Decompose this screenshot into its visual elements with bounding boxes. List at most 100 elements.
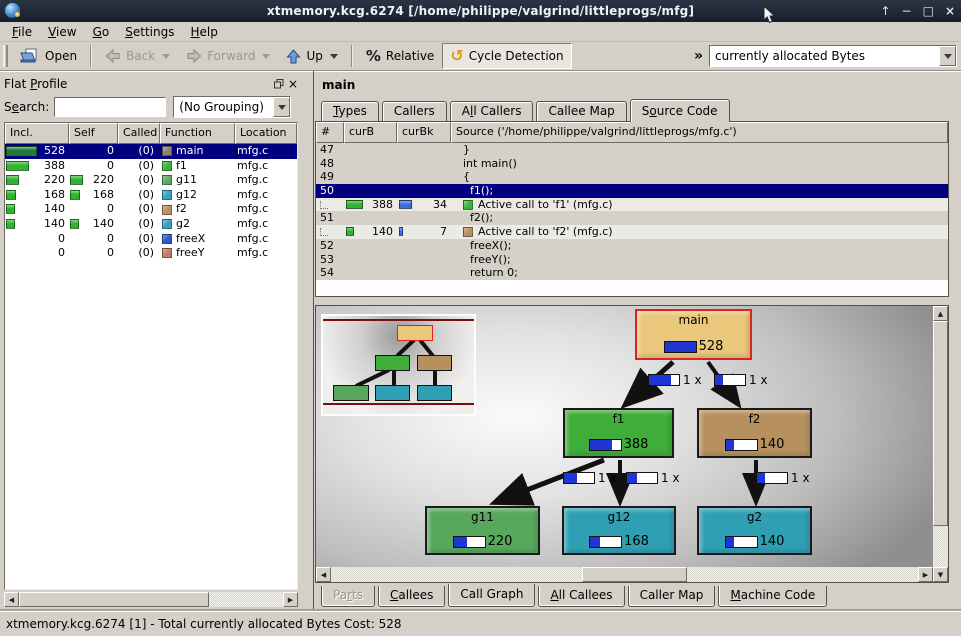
up-arrow-icon (286, 49, 301, 64)
source-line[interactable]: 48 int main() (316, 157, 948, 171)
column-header-source[interactable]: Source ('/home/philippe/valgrind/littlep… (451, 122, 948, 143)
scroll-left-icon[interactable]: ◀ (4, 592, 19, 607)
graph-hscrollbar[interactable]: ◀ ▶ (316, 567, 933, 582)
tab-callees[interactable]: Callees (378, 586, 445, 607)
maximize-icon[interactable]: □ (923, 0, 934, 22)
tab-types[interactable]: Types (321, 101, 379, 122)
source-line[interactable]: 53 freeY(); (316, 253, 948, 267)
column-header-line[interactable]: # (316, 122, 344, 143)
cost-bar (6, 161, 29, 171)
minimize-icon[interactable]: − (902, 0, 912, 22)
scroll-up-icon[interactable]: ▲ (933, 306, 948, 321)
forward-dropdown-icon[interactable] (262, 54, 270, 59)
menu-help[interactable]: Help (182, 23, 225, 41)
source-line[interactable]: 52 freeX(); (316, 239, 948, 253)
menu-view[interactable]: View (40, 23, 84, 41)
cost-bar (453, 536, 486, 548)
table-row[interactable]: 140 140 (0) g2 mfg.c (5, 217, 297, 232)
curb-bar-icon (346, 227, 354, 236)
column-header-self[interactable]: Self (69, 123, 118, 144)
tab-machine-code[interactable]: Machine Code (718, 586, 827, 607)
search-input[interactable] (54, 97, 166, 117)
grouping-combobox[interactable]: (No Grouping) (173, 96, 291, 118)
up-button[interactable]: Up (278, 43, 345, 69)
cost-bar (6, 146, 37, 156)
cycle-detection-button[interactable]: ↺ Cycle Detection (442, 43, 571, 69)
tab-source-code[interactable]: Source Code (630, 99, 730, 122)
toolbar-handle[interactable] (3, 45, 8, 67)
function-color-icon (162, 146, 172, 156)
tab-callee-map[interactable]: Callee Map (536, 101, 626, 122)
table-row[interactable]: 0 0 (0) freeY mfg.c (5, 246, 297, 261)
source-line-selected[interactable]: 50 f1(); (316, 184, 948, 198)
table-row[interactable]: 220 220 (0) g11 mfg.c (5, 173, 297, 188)
graph-overview-minimap[interactable] (321, 314, 476, 416)
table-row[interactable]: 388 0 (0) f1 mfg.c (5, 159, 297, 174)
search-label: Search: (4, 100, 54, 114)
scroll-right-icon[interactable]: ▶ (283, 592, 298, 607)
event-type-value: currently allocated Bytes (710, 49, 939, 63)
source-line[interactable]: 49 { (316, 170, 948, 184)
up-dropdown-icon[interactable] (330, 54, 338, 59)
scroll-left-icon[interactable]: ◀ (316, 567, 331, 582)
forward-button[interactable]: Forward (178, 43, 278, 69)
scrollbar-thumb[interactable] (933, 321, 948, 526)
tab-call-graph[interactable]: Call Graph (448, 584, 535, 607)
dock-titlebar[interactable]: Flat Profile × (4, 74, 300, 93)
event-type-dropdown-button[interactable] (939, 46, 956, 66)
table-row[interactable]: 168 168 (0) g12 mfg.c (5, 188, 297, 203)
shade-icon[interactable]: ↑ (880, 0, 890, 22)
tab-callers[interactable]: Callers (382, 101, 447, 122)
tab-caller-map[interactable]: Caller Map (628, 586, 716, 607)
tab-all-callers[interactable]: All Callers (450, 101, 534, 122)
source-line[interactable]: 47 } (316, 143, 948, 157)
table-row[interactable]: 140 0 (0) f2 mfg.c (5, 202, 297, 217)
table-row[interactable]: 0 0 (0) freeX mfg.c (5, 232, 297, 247)
column-header-curb[interactable]: curB (344, 122, 397, 143)
column-header-incl[interactable]: Incl. (5, 123, 69, 144)
table-row[interactable]: 528 0 (0) main mfg.c (5, 144, 297, 159)
menu-file[interactable]: File (4, 23, 40, 41)
toolbar: Open Back Forward Up % Relativ (0, 42, 961, 71)
scrollbar-thumb[interactable] (582, 567, 687, 582)
back-dropdown-icon[interactable] (162, 54, 170, 59)
menu-settings[interactable]: Settings (117, 23, 182, 41)
menu-go[interactable]: Go (85, 23, 118, 41)
back-button[interactable]: Back (97, 43, 178, 69)
scroll-down-icon[interactable]: ▼ (933, 567, 948, 582)
percent-icon: % (366, 47, 381, 65)
event-type-combobox[interactable]: currently allocated Bytes (709, 45, 957, 67)
tab-parts[interactable]: Parts (321, 586, 375, 607)
source-line[interactable]: 54 return 0; (316, 266, 948, 280)
titlebar[interactable]: xtmemory.kcg.6274 [/home/philippe/valgri… (0, 0, 961, 22)
flat-profile-hscrollbar[interactable]: ◀ ▶ (4, 592, 298, 607)
source-line[interactable]: 51 f2(); (316, 211, 948, 225)
toolbar-overflow-chevron[interactable]: » (692, 48, 709, 64)
scroll-right-icon[interactable]: ▶ (918, 567, 933, 582)
dock-close-icon[interactable]: × (286, 77, 300, 91)
splitter-handle[interactable] (315, 297, 949, 305)
call-graph-canvas[interactable]: main 528 f1 388 f2 140 g11 220 g12 168 g… (316, 306, 933, 567)
column-header-curbk[interactable]: curBk (397, 122, 451, 143)
graph-node-g2[interactable]: g2 140 (697, 506, 812, 555)
open-button[interactable]: Open (12, 43, 85, 69)
graph-node-f2[interactable]: f2 140 (697, 408, 812, 458)
graph-node-g12[interactable]: g12 168 (562, 506, 676, 555)
graph-vscrollbar[interactable]: ▲ ▼ (933, 306, 948, 582)
toolbar-separator (90, 45, 92, 67)
column-header-function[interactable]: Function (160, 123, 235, 144)
tab-all-callees[interactable]: All Callees (538, 586, 624, 607)
active-call-line[interactable]: 388 34 Active call to 'f1' (mfg.c) (316, 198, 948, 212)
graph-node-g11[interactable]: g11 220 (425, 506, 540, 555)
column-header-called[interactable]: Called (118, 123, 160, 144)
dock-float-icon[interactable] (272, 77, 286, 91)
active-call-line[interactable]: 140 7 Active call to 'f2' (mfg.c) (316, 225, 948, 239)
cost-bar (589, 536, 622, 548)
graph-node-f1[interactable]: f1 388 (563, 408, 674, 458)
close-icon[interactable]: × (945, 0, 955, 22)
relative-button[interactable]: % Relative (358, 43, 442, 69)
scrollbar-thumb[interactable] (19, 592, 209, 607)
grouping-dropdown-button[interactable] (273, 97, 290, 117)
graph-node-main[interactable]: main 528 (635, 309, 752, 360)
column-header-location[interactable]: Location (235, 123, 297, 144)
